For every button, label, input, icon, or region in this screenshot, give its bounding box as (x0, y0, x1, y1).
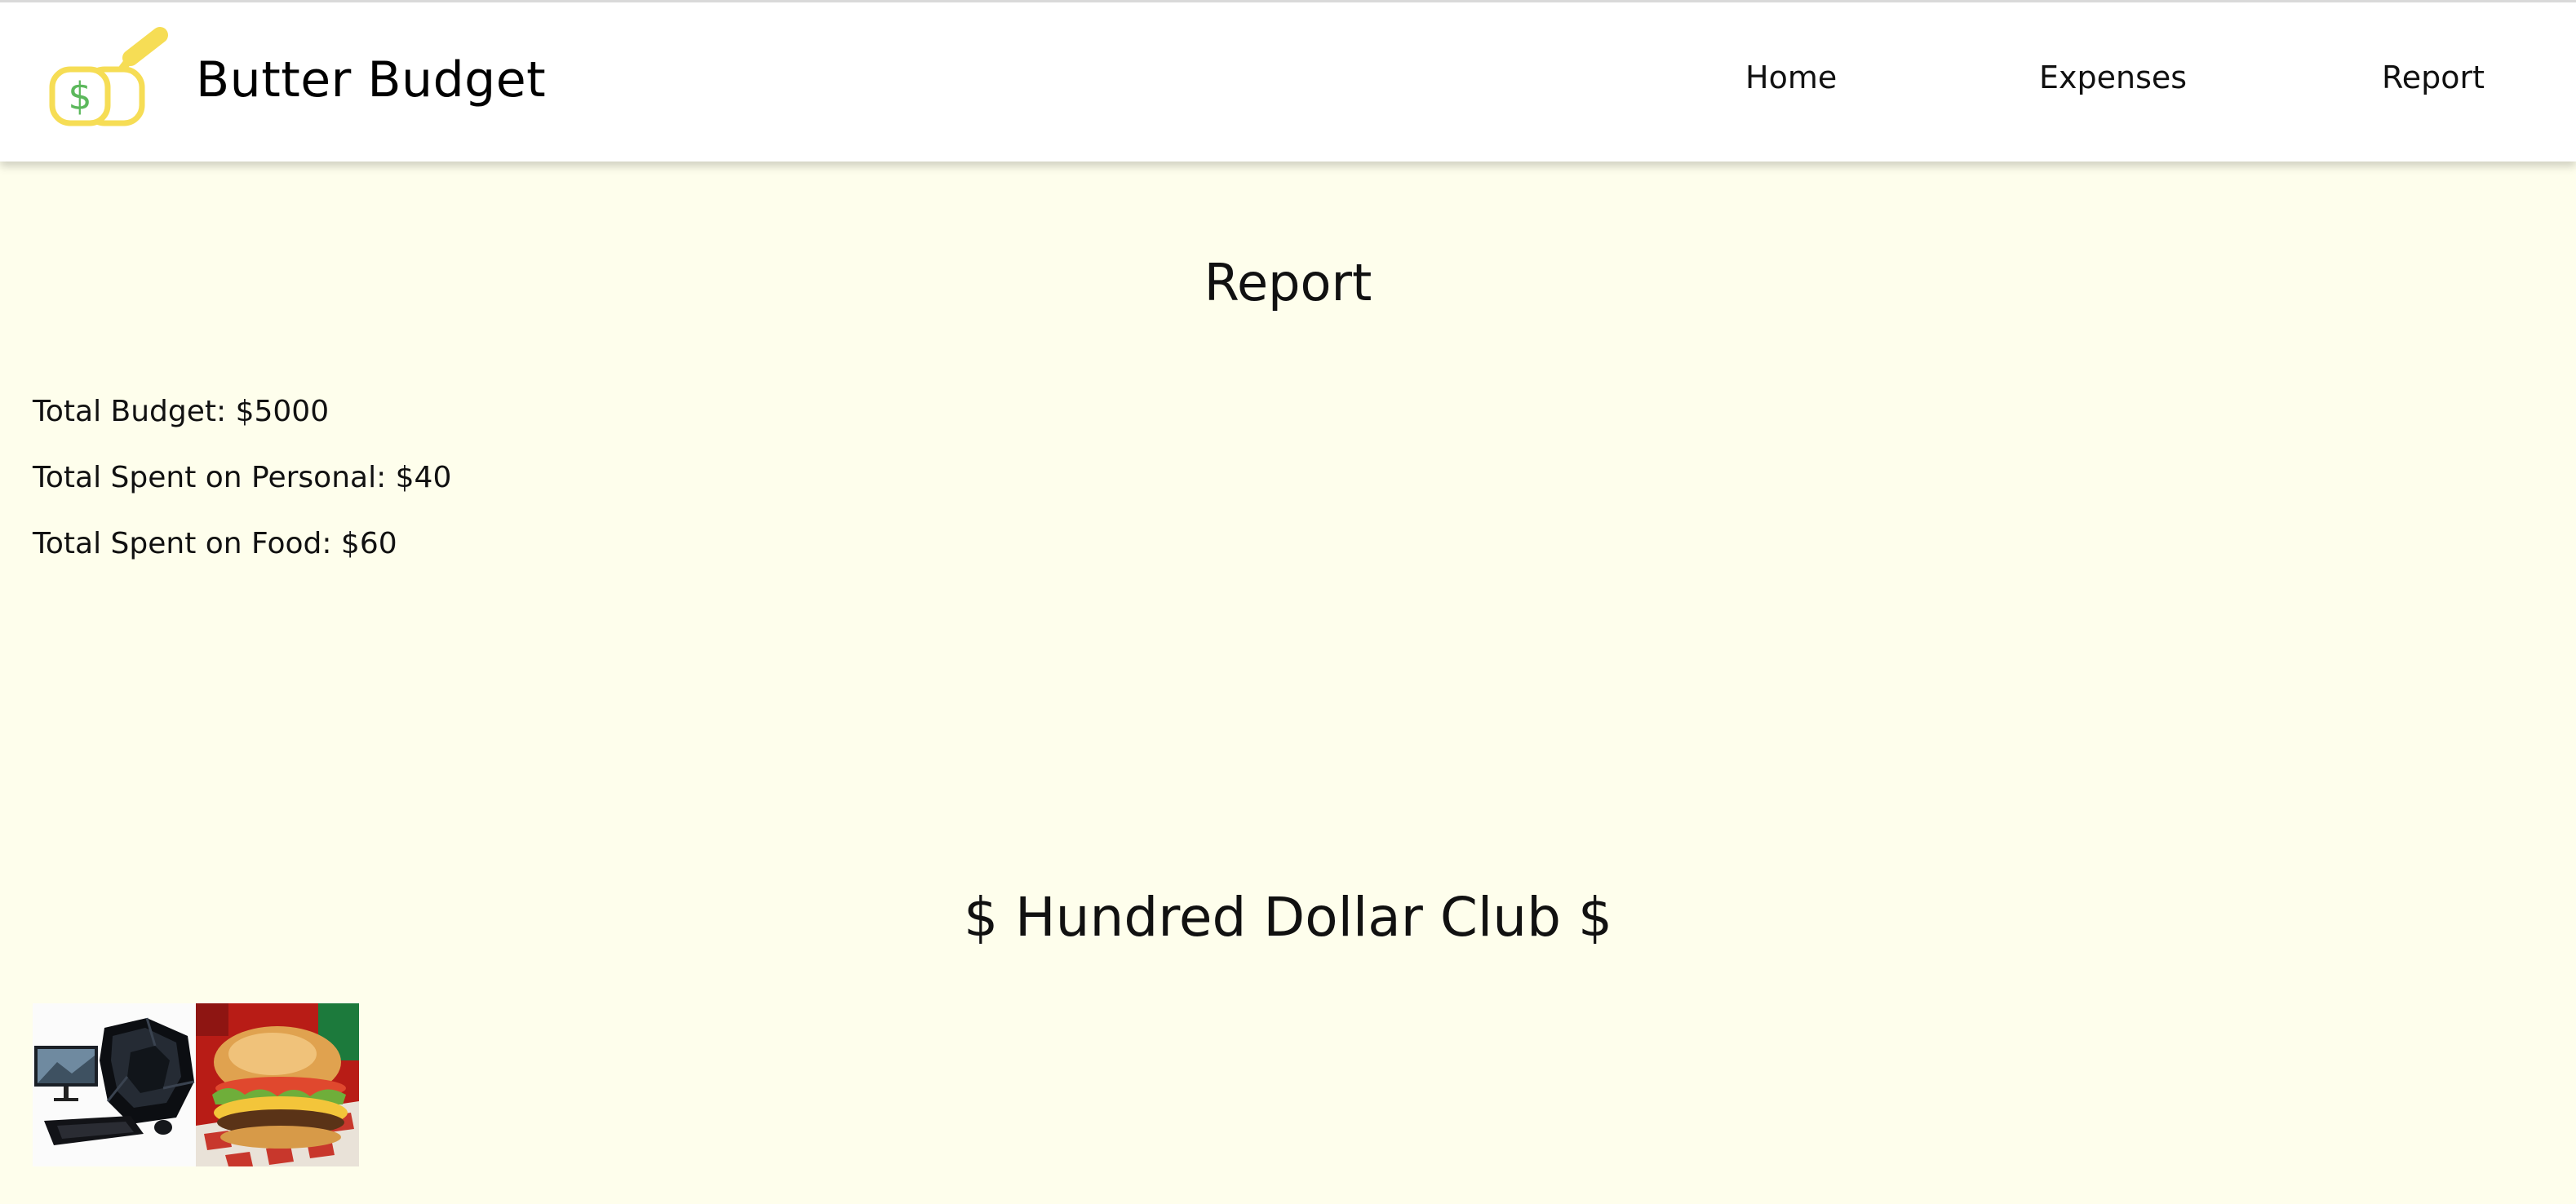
butter-dollar-logo-icon: $ (49, 27, 168, 126)
report-content: Report Total Budget: $5000 Total Spent o… (0, 162, 2576, 1204)
nav-report-link[interactable]: Report (2382, 60, 2485, 95)
total-budget-text: Total Budget: $5000 (33, 395, 330, 428)
total-food-text: Total Spent on Food: $60 (33, 527, 397, 560)
total-personal-text: Total Spent on Personal: $40 (33, 461, 452, 494)
burger-image-icon (196, 1003, 359, 1166)
navbar: $ Butter Budget Home Expenses Report (0, 0, 2576, 162)
brand-link[interactable]: $ Butter Budget (46, 19, 546, 141)
club-items (33, 1003, 359, 1166)
hundred-dollar-club-title: $ Hundred Dollar Club $ (964, 886, 1612, 949)
gaming-pc-image-icon (33, 1003, 196, 1166)
svg-text:$: $ (68, 74, 91, 118)
nav-expenses-link[interactable]: Expenses (2039, 60, 2187, 95)
brand-name: Butter Budget (196, 51, 547, 108)
nav-home-link[interactable]: Home (1745, 60, 1837, 95)
page-title: Report (1204, 253, 1372, 312)
